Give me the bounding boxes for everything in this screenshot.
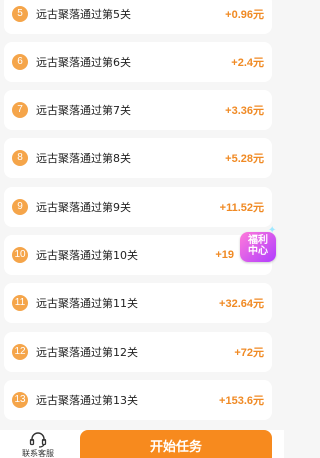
level-number-badge: 10 [12, 247, 28, 263]
level-label: 远古聚落通过第13关 [36, 394, 138, 407]
level-number-badge: 12 [12, 344, 28, 360]
level-reward: +0.96元 [225, 9, 264, 21]
welfare-center-button[interactable]: ✦ 福利 中心 [240, 226, 278, 264]
level-label: 远古聚落通过第7关 [36, 104, 131, 117]
level-label: 远古聚落通过第12关 [36, 346, 138, 359]
level-row[interactable]: 7 远古聚落通过第7关 +3.36元 [4, 90, 272, 130]
level-row[interactable]: 12 远古聚落通过第12关 +72元 [4, 332, 272, 372]
contact-service-button[interactable]: 联系客服 [16, 430, 60, 458]
bottom-bar: 联系客服 开始任务 [0, 430, 284, 458]
level-number-badge: 5 [12, 6, 28, 22]
level-number-badge: 8 [12, 150, 28, 166]
level-number-badge: 13 [12, 392, 28, 408]
level-reward: +5.28元 [225, 153, 264, 165]
level-row[interactable]: 6 远古聚落通过第6关 +2.4元 [4, 42, 272, 82]
level-row[interactable]: 5 远古聚落通过第5关 +0.96元 [4, 0, 272, 34]
welfare-center-label: 福利 中心 [242, 235, 274, 257]
level-label: 远古聚落通过第6关 [36, 56, 131, 69]
level-label: 远古聚落通过第5关 [36, 8, 131, 21]
level-row[interactable]: 13 远古聚落通过第13关 +153.6元 [4, 380, 272, 420]
level-reward: +72元 [234, 347, 264, 359]
level-number-badge: 11 [12, 295, 28, 311]
level-row[interactable]: 8 远古聚落通过第8关 +5.28元 [4, 138, 272, 178]
level-list: 5 远古聚落通过第5关 +0.96元 6 远古聚落通过第6关 +2.4元 7 远… [0, 0, 284, 430]
level-label: 远古聚落通过第10关 [36, 249, 138, 262]
level-label: 远古聚落通过第9关 [36, 201, 131, 214]
level-number-badge: 7 [12, 102, 28, 118]
level-label: 远古聚落通过第8关 [36, 152, 131, 165]
welfare-line-1: 福利 [248, 235, 268, 246]
level-reward: +2.4元 [231, 57, 264, 69]
level-row[interactable]: 10 远古聚落通过第10关 +19 [4, 235, 272, 275]
level-reward: +11.52元 [219, 202, 264, 214]
headset-icon [29, 432, 47, 448]
level-reward: +19 [215, 249, 234, 261]
level-reward: +32.64元 [219, 298, 264, 310]
contact-service-label: 联系客服 [22, 449, 54, 458]
level-row[interactable]: 9 远古聚落通过第9关 +11.52元 [4, 187, 272, 227]
level-reward: +3.36元 [225, 105, 264, 117]
start-task-button[interactable]: 开始任务 [80, 430, 272, 458]
level-row[interactable]: 11 远古聚落通过第11关 +32.64元 [4, 283, 272, 323]
level-reward: +153.6元 [219, 395, 264, 407]
welfare-line-2: 中心 [248, 246, 268, 257]
level-number-badge: 6 [12, 54, 28, 70]
level-label: 远古聚落通过第11关 [36, 297, 138, 310]
level-number-badge: 9 [12, 199, 28, 215]
